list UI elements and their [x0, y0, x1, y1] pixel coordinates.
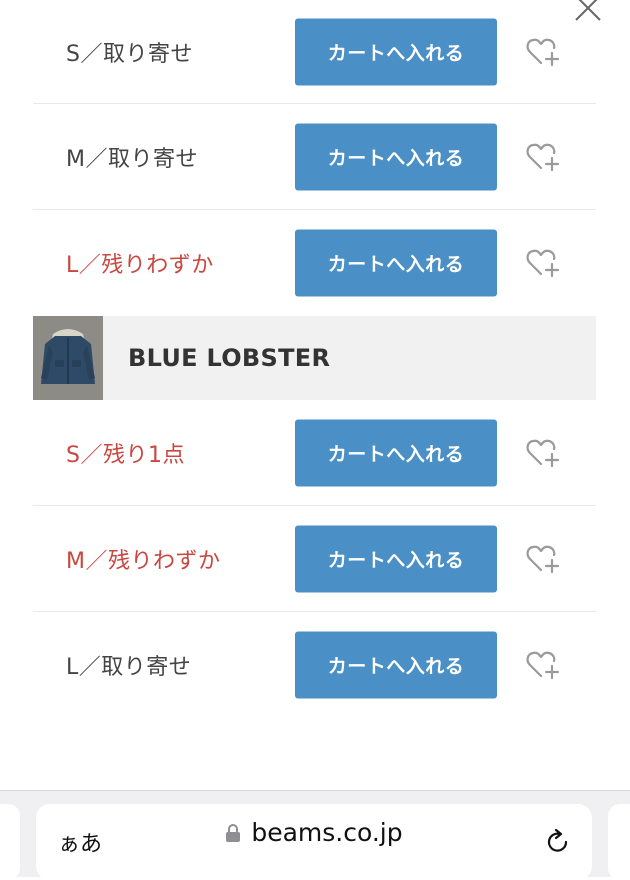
size-row: L／取り寄せ カートへ入れる — [33, 612, 596, 718]
product-thumbnail — [33, 316, 103, 400]
previous-tab[interactable] — [0, 804, 20, 880]
brand-header: BLUE LOBSTER — [33, 316, 596, 400]
size-row: M／取り寄せ カートへ入れる — [33, 104, 596, 210]
size-row: S／取り寄せ カートへ入れる — [33, 0, 596, 104]
address-bar[interactable]: ぁあ beams.co.jp — [36, 804, 592, 880]
size-list: S／取り寄せ カートへ入れる M／取り寄せ カートへ入れる L／残りわずか カー… — [33, 0, 596, 718]
add-to-cart-button[interactable]: カートへ入れる — [295, 525, 497, 592]
url-text: beams.co.jp — [251, 818, 403, 847]
browser-toolbar: ぁあ beams.co.jp — [0, 790, 630, 880]
size-label: M／取り寄せ — [66, 146, 198, 172]
size-label: L／取り寄せ — [66, 655, 192, 680]
reload-icon[interactable] — [544, 828, 572, 856]
url-display[interactable]: beams.co.jp — [36, 818, 592, 847]
size-label: L／残りわずか — [66, 253, 214, 278]
add-to-cart-button[interactable]: カートへ入れる — [295, 631, 497, 699]
add-to-cart-button[interactable]: カートへ入れる — [295, 229, 497, 297]
size-label: M／残りわずか — [66, 548, 221, 574]
jacket-image — [33, 316, 103, 400]
favorite-add-icon[interactable] — [526, 248, 560, 278]
favorite-add-icon[interactable] — [526, 438, 560, 468]
size-row: L／残りわずか カートへ入れる — [33, 210, 596, 316]
favorite-add-icon[interactable] — [526, 544, 560, 574]
size-label: S／残り1点 — [66, 442, 185, 468]
favorite-add-icon[interactable] — [526, 650, 560, 680]
lock-icon — [226, 823, 241, 842]
add-to-cart-button[interactable]: カートへ入れる — [295, 419, 497, 486]
size-label: S／取り寄せ — [66, 41, 193, 67]
favorite-add-icon[interactable] — [526, 142, 560, 172]
size-row: S／残り1点 カートへ入れる — [33, 400, 596, 506]
add-to-cart-button[interactable]: カートへ入れる — [295, 123, 497, 190]
next-tab[interactable] — [608, 804, 630, 880]
favorite-add-icon[interactable] — [526, 37, 560, 67]
add-to-cart-button[interactable]: カートへ入れる — [295, 18, 497, 85]
size-row: M／残りわずか カートへ入れる — [33, 506, 596, 612]
brand-name: BLUE LOBSTER — [128, 344, 331, 372]
